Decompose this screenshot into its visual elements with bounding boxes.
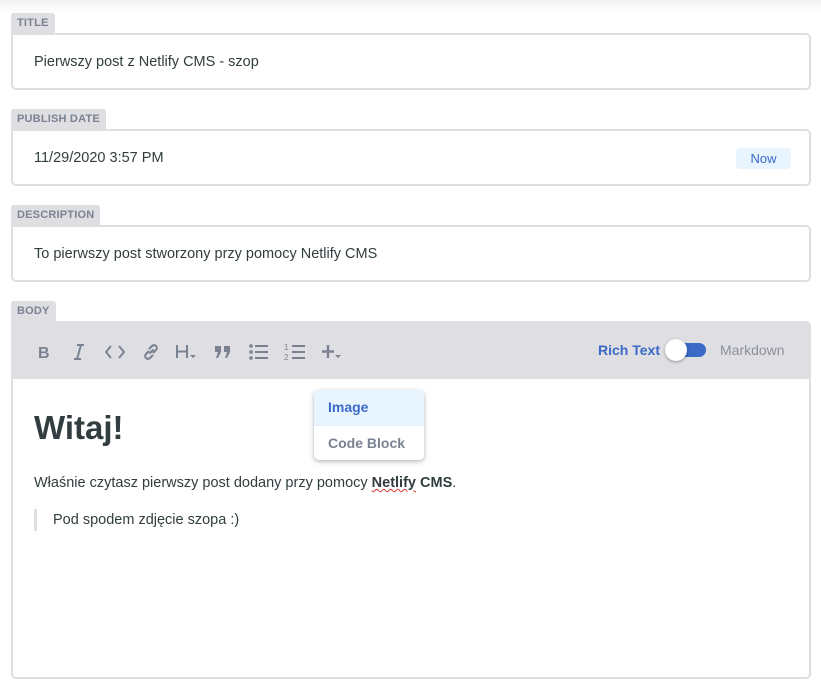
- svg-text:B: B: [38, 345, 50, 360]
- editor-toolbar: B 12 Rich Text Markdown: [13, 323, 809, 379]
- title-input[interactable]: Pierwszy post z Netlify CMS - szop: [11, 33, 811, 90]
- rich-text-label[interactable]: Rich Text: [598, 342, 660, 358]
- body-label: BODY: [11, 301, 56, 321]
- title-value: Pierwszy post z Netlify CMS - szop: [34, 54, 259, 70]
- description-input[interactable]: To pierwszy post stworzony przy pomocy N…: [11, 225, 811, 282]
- numbered-list-icon[interactable]: 12: [282, 339, 308, 365]
- bulleted-list-icon[interactable]: [246, 339, 272, 365]
- content-heading: Witaj!: [34, 409, 124, 446]
- top-shade: [0, 0, 821, 14]
- dropdown-item-code-block[interactable]: Code Block: [314, 425, 424, 460]
- paragraph-bold-cms: CMS: [420, 475, 453, 491]
- svg-text:2: 2: [284, 353, 289, 361]
- plus-icon[interactable]: [319, 339, 345, 365]
- quote-icon[interactable]: [210, 339, 236, 365]
- code-icon[interactable]: [102, 339, 128, 365]
- paragraph-end: .: [452, 475, 457, 491]
- title-label: TITLE: [11, 13, 55, 33]
- bold-icon[interactable]: B: [31, 339, 57, 365]
- paragraph-bold-netlify: Netlify: [371, 475, 416, 491]
- italic-icon[interactable]: [66, 339, 92, 365]
- description-value: To pierwszy post stworzony przy pomocy N…: [34, 246, 378, 262]
- description-label: DESCRIPTION: [11, 205, 101, 225]
- now-button[interactable]: Now: [736, 148, 791, 169]
- mode-toggle[interactable]: [665, 339, 706, 361]
- heading-icon[interactable]: [174, 339, 200, 365]
- paragraph-text: Właśnie czytasz pierwszy post dodany prz…: [34, 475, 372, 491]
- markdown-label[interactable]: Markdown: [720, 342, 785, 358]
- publish-date-input[interactable]: 11/29/2020 3:57 PM Now: [11, 129, 811, 186]
- content-blockquote: Pod spodem zdjęcie szopa :): [34, 509, 239, 531]
- body-editor[interactable]: B 12 Rich Text Markdown Witaj! Właśnie c…: [11, 321, 811, 679]
- publish-date-value: 11/29/2020 3:57 PM: [34, 150, 164, 166]
- content-paragraph: Właśnie czytasz pierwszy post dodany prz…: [34, 475, 456, 491]
- toggle-knob: [665, 339, 687, 361]
- dropdown-item-image[interactable]: Image: [314, 390, 424, 425]
- svg-text:1: 1: [284, 343, 289, 352]
- link-icon[interactable]: [138, 339, 164, 365]
- insert-dropdown: Image Code Block: [314, 390, 424, 460]
- publish-date-label: PUBLISH DATE: [11, 109, 106, 129]
